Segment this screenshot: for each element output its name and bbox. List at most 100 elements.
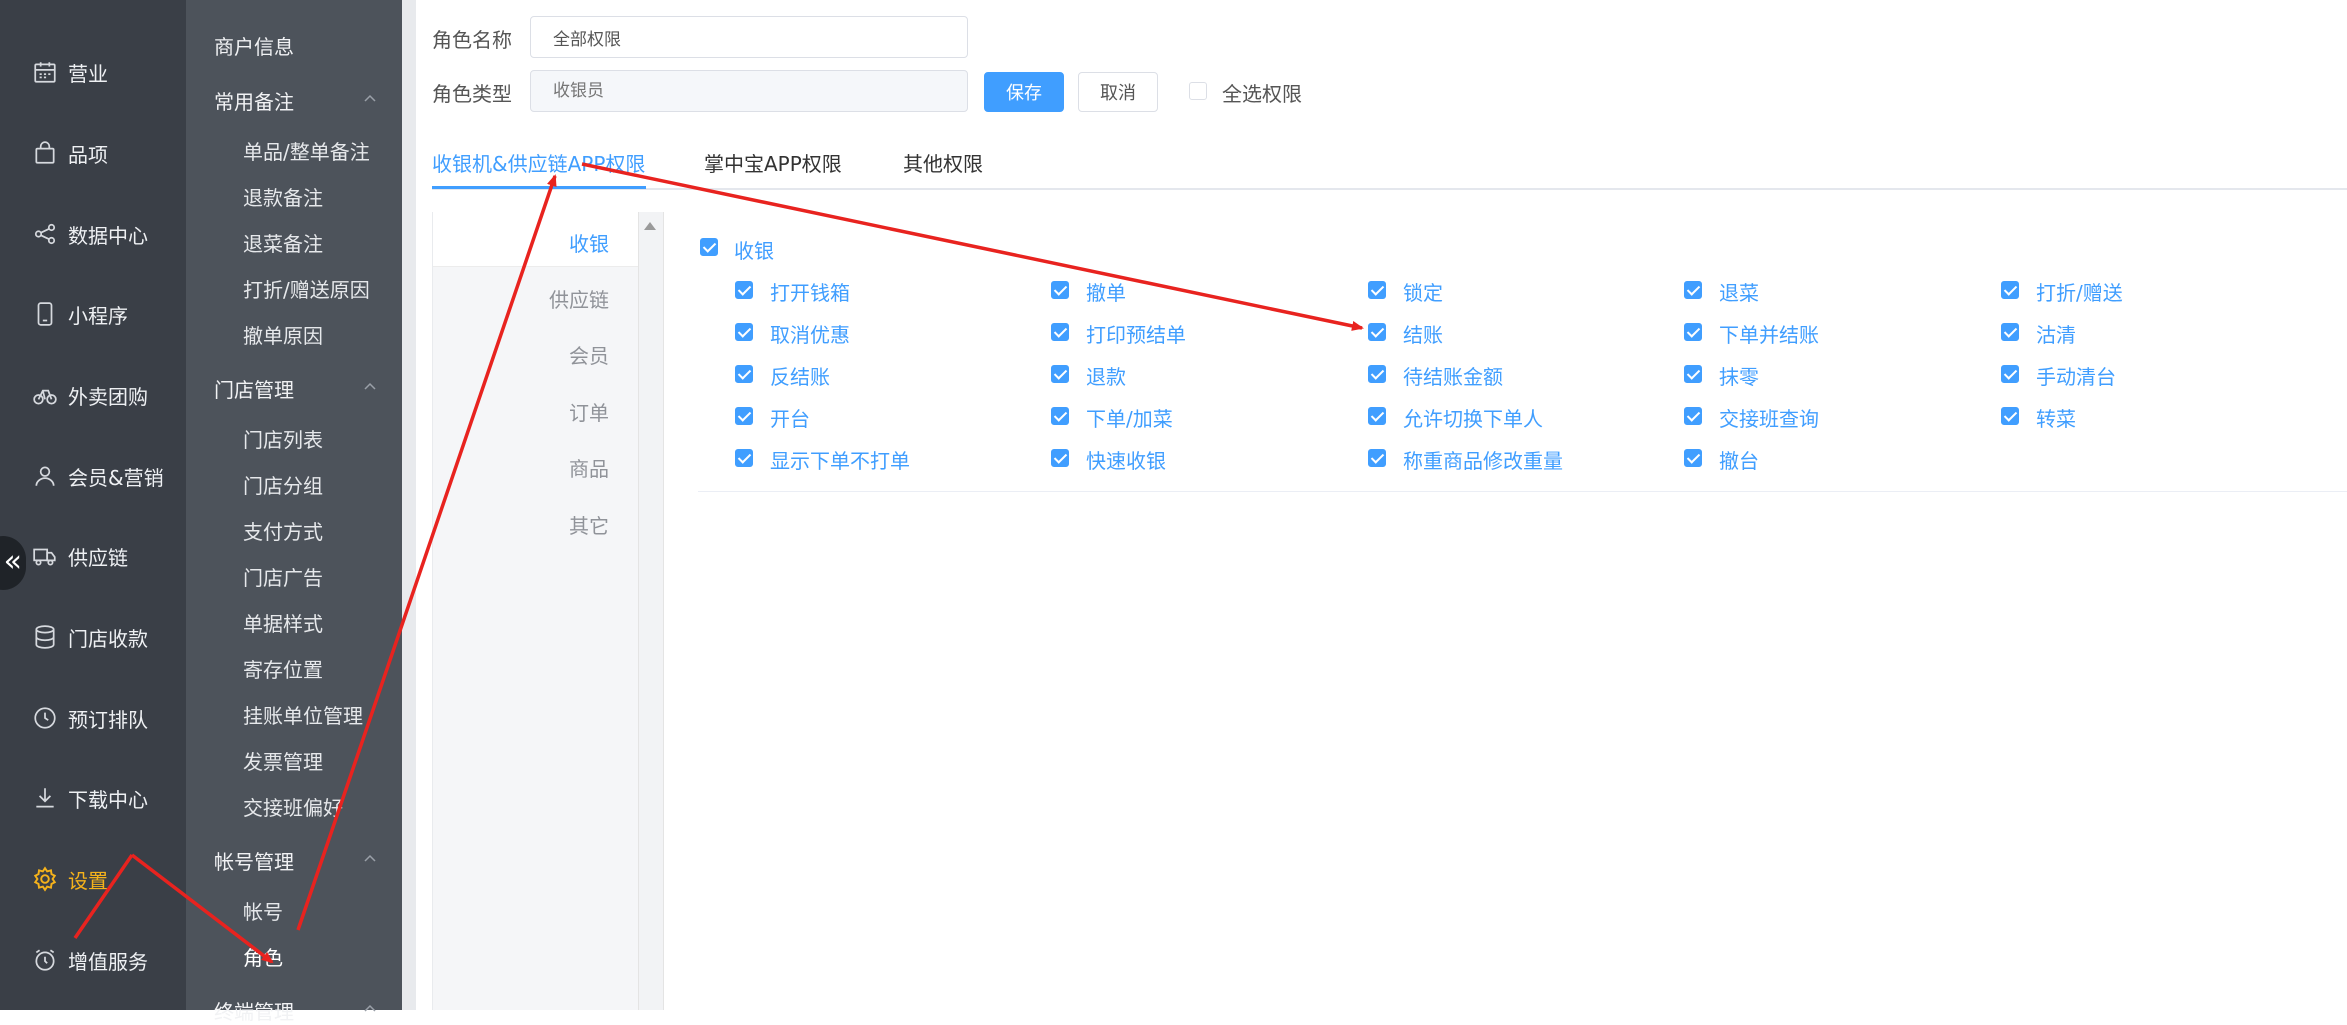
role-name-input[interactable] — [530, 16, 968, 58]
content-divider — [402, 0, 416, 1010]
permission-checkbox[interactable] — [2001, 407, 2019, 425]
category-products[interactable]: 商品 — [569, 453, 609, 482]
permission-checkbox[interactable] — [1368, 281, 1386, 299]
permission-checkbox[interactable] — [1684, 407, 1702, 425]
nav-item-reservation[interactable]: 预订排队 — [0, 688, 186, 748]
permission-checkbox[interactable] — [735, 323, 753, 341]
nav-item-products[interactable]: 品项 — [0, 123, 186, 183]
permission-checkbox[interactable] — [1051, 281, 1069, 299]
permission-checkbox[interactable] — [1051, 407, 1069, 425]
nav-item-members[interactable]: 会员&营销 — [0, 446, 186, 506]
active-tab-indicator — [432, 186, 646, 189]
menu-group-account-management[interactable]: 帐号管理 — [214, 846, 294, 875]
nav-item-label: 增值服务 — [68, 949, 148, 974]
permission-label: 待结账金额 — [1403, 365, 1503, 389]
category-orders[interactable]: 订单 — [569, 397, 609, 426]
menu-item[interactable]: 退款备注 — [243, 182, 323, 211]
nav-item-mini-program[interactable]: 小程序 — [0, 284, 186, 344]
menu-item-role[interactable]: 角色 — [243, 942, 283, 971]
permission-label: 下单/加菜 — [1086, 407, 1173, 431]
menu-item[interactable]: 单品/整单备注 — [243, 136, 370, 165]
permission-checkbox[interactable] — [735, 407, 753, 425]
permission-checkbox[interactable] — [1051, 323, 1069, 341]
shopping-bag-icon — [32, 140, 58, 166]
category-others[interactable]: 其它 — [569, 510, 609, 539]
menu-item[interactable]: 交接班偏好 — [243, 792, 343, 821]
tabs-divider — [432, 188, 2347, 190]
chevron-up-icon[interactable] — [364, 90, 376, 102]
menu-item-account[interactable]: 帐号 — [243, 896, 283, 925]
permission-label: 打开钱箱 — [770, 281, 850, 305]
save-button[interactable]: 保存 — [984, 72, 1064, 112]
permission-category-menu: 收银 供应链 会员 订单 商品 其它 — [432, 212, 639, 1010]
permission-checkbox[interactable] — [1368, 449, 1386, 467]
permission-checkbox[interactable] — [2001, 365, 2019, 383]
permission-checkbox[interactable] — [1368, 407, 1386, 425]
permission-label: 打折/赠送 — [2036, 281, 2123, 305]
nav-item-data-center[interactable]: 数据中心 — [0, 204, 186, 264]
nav-item-label: 数据中心 — [68, 223, 148, 248]
menu-item[interactable]: 单据样式 — [243, 608, 323, 637]
permission-checkbox[interactable] — [735, 281, 753, 299]
permission-checkbox[interactable] — [735, 449, 753, 467]
menu-item[interactable]: 撤单原因 — [243, 320, 323, 349]
permission-label: 允许切换下单人 — [1403, 407, 1543, 431]
menu-item[interactable]: 门店广告 — [243, 562, 323, 591]
alarm-clock-icon — [32, 947, 58, 973]
menu-item[interactable]: 门店分组 — [243, 470, 323, 499]
chevron-up-icon[interactable] — [364, 1000, 376, 1012]
nav-item-download-center[interactable]: 下载中心 — [0, 768, 186, 828]
chevron-up-icon[interactable] — [364, 850, 376, 862]
nav-item-store-payment[interactable]: 门店收款 — [0, 607, 186, 667]
tab-zhangzhongbao-app[interactable]: 掌中宝APP权限 — [704, 148, 842, 177]
menu-item[interactable]: 打折/赠送原因 — [243, 274, 370, 303]
category-supply-chain[interactable]: 供应链 — [549, 284, 609, 313]
nav-item-supply-chain[interactable]: 供应链 — [0, 526, 186, 586]
category-scrollbar[interactable] — [638, 212, 664, 1010]
scroll-up-arrow-icon[interactable] — [644, 222, 656, 230]
permission-checkbox[interactable] — [1684, 365, 1702, 383]
menu-group-store-management[interactable]: 门店管理 — [214, 374, 294, 403]
permission-label: 反结账 — [770, 365, 830, 389]
group-checkbox-cashier[interactable] — [700, 238, 718, 256]
nav-item-settings[interactable]: 设置 — [0, 849, 186, 909]
permission-label: 显示下单不打单 — [770, 449, 910, 473]
tab-other-permissions[interactable]: 其他权限 — [903, 148, 983, 177]
select-all-checkbox[interactable] — [1189, 82, 1207, 100]
permission-checkbox[interactable] — [1368, 323, 1386, 341]
menu-item[interactable]: 门店列表 — [243, 424, 323, 453]
user-icon — [32, 463, 58, 489]
category-members[interactable]: 会员 — [569, 340, 609, 369]
permission-checkbox[interactable] — [1684, 323, 1702, 341]
permission-checkbox[interactable] — [1051, 449, 1069, 467]
menu-item[interactable]: 退菜备注 — [243, 228, 323, 257]
category-cashier[interactable]: 收银 — [569, 228, 609, 257]
menu-item[interactable]: 寄存位置 — [243, 654, 323, 683]
menu-item[interactable]: 发票管理 — [243, 746, 323, 775]
permission-checkbox[interactable] — [2001, 323, 2019, 341]
menu-item[interactable]: 挂账单位管理 — [243, 700, 363, 729]
permission-checkbox[interactable] — [1368, 365, 1386, 383]
tab-cashier-supply-app[interactable]: 收银机&供应链APP权限 — [432, 148, 645, 177]
permission-checkbox[interactable] — [1684, 281, 1702, 299]
permission-label: 抹零 — [1719, 365, 1759, 389]
calendar-icon — [32, 59, 58, 85]
permission-checkbox[interactable] — [735, 365, 753, 383]
menu-item-merchant-info[interactable]: 商户信息 — [214, 31, 294, 60]
permission-checkbox[interactable] — [1051, 365, 1069, 383]
menu-group-terminal-management[interactable]: 终端管理 — [214, 996, 294, 1025]
nav-item-value-added[interactable]: 增值服务 — [0, 930, 186, 990]
primary-sidebar: 营业 品项 数据中心 小程序 外卖团购 会员&营销 供应链 门店收款 预订排队 … — [0, 0, 186, 1010]
chevron-up-icon[interactable] — [364, 378, 376, 390]
cancel-button[interactable]: 取消 — [1078, 72, 1158, 112]
permission-checkbox[interactable] — [2001, 281, 2019, 299]
role-name-label: 角色名称 — [432, 28, 512, 52]
nav-item-business[interactable]: 营业 — [0, 42, 186, 102]
menu-group-common-notes[interactable]: 常用备注 — [214, 86, 294, 115]
role-type-select[interactable] — [530, 70, 968, 112]
permission-label: 撤台 — [1719, 449, 1759, 473]
nav-item-delivery[interactable]: 外卖团购 — [0, 365, 186, 425]
menu-item[interactable]: 支付方式 — [243, 516, 323, 545]
permission-label: 锁定 — [1403, 281, 1443, 305]
permission-checkbox[interactable] — [1684, 449, 1702, 467]
